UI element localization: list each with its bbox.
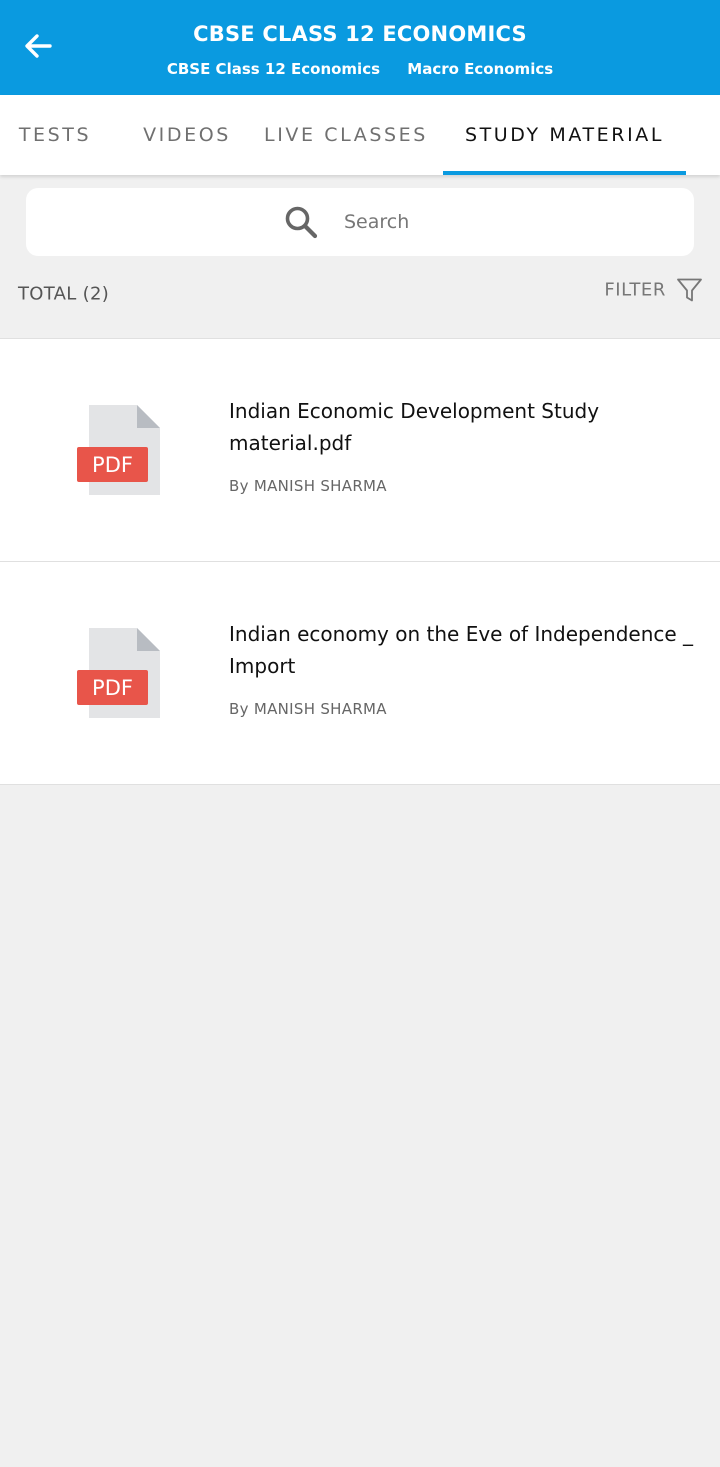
filter-label: FILTER	[604, 279, 666, 301]
tab-study-material[interactable]: STUDY MATERIAL	[443, 95, 686, 175]
search-icon	[285, 206, 318, 239]
tab-tests[interactable]: TESTS	[0, 95, 120, 175]
item-title: Indian economy on the Eve of Independenc…	[229, 622, 694, 678]
item-title: Indian Economic Development Study materi…	[229, 399, 600, 455]
tab-live-classes[interactable]: LIVE CLASSES	[252, 95, 440, 175]
item-author: By MANISH SHARMA	[229, 700, 387, 718]
tab-bar: TESTS VIDEOS LIVE CLASSES STUDY MATERIAL	[0, 95, 720, 175]
list-item[interactable]: PDF Indian economy on the Eve of Indepen…	[0, 562, 720, 785]
pdf-icon-label: PDF	[92, 453, 133, 477]
filter-icon	[677, 278, 702, 302]
active-tab-indicator	[443, 171, 686, 175]
item-author: By MANISH SHARMA	[229, 477, 387, 495]
summary-row: TOTAL (2) FILTER	[0, 256, 720, 338]
total-count: TOTAL (2)	[18, 283, 110, 305]
pdf-file-icon: PDF	[77, 628, 160, 718]
breadcrumb-subject: Macro Economics	[407, 60, 554, 78]
list-item[interactable]: PDF Indian Economic Development Study ma…	[0, 339, 720, 562]
search-bar[interactable]	[26, 188, 694, 256]
breadcrumb-course: CBSE Class 12 Economics	[166, 60, 381, 78]
search-input[interactable]	[342, 210, 436, 234]
breadcrumb: CBSE Class 12 Economics Macro Economics	[0, 60, 720, 78]
study-material-list: PDF Indian Economic Development Study ma…	[0, 338, 720, 785]
page-title: CBSE CLASS 12 ECONOMICS	[193, 22, 527, 46]
pdf-icon-label: PDF	[92, 676, 133, 700]
filter-button[interactable]: FILTER	[604, 277, 703, 304]
tab-videos[interactable]: VIDEOS	[122, 95, 252, 175]
pdf-file-icon: PDF	[77, 405, 160, 495]
app-bar: CBSE CLASS 12 ECONOMICS CBSE Class 12 Ec…	[0, 0, 720, 95]
